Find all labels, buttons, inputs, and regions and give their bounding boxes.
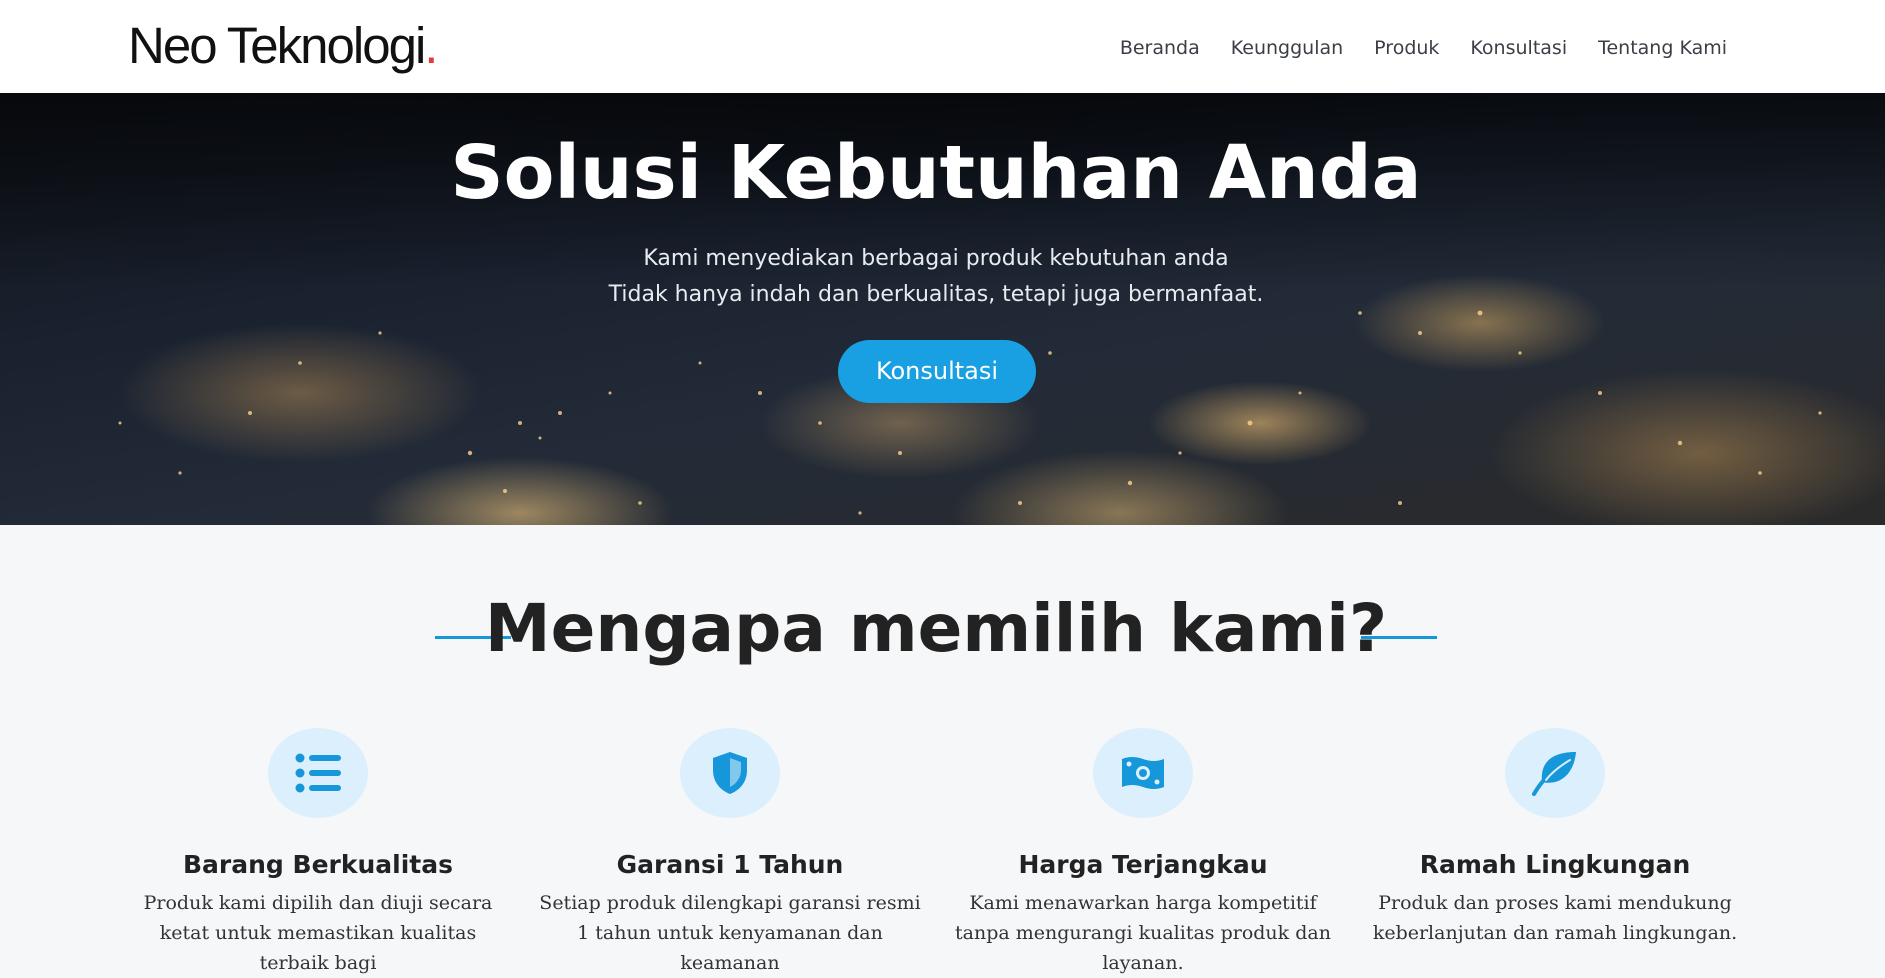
feature-title: Barang Berkualitas xyxy=(183,850,453,879)
hero-subtitle-line2: Tidak hanya indah dan berkualitas, tetap… xyxy=(608,282,1264,307)
feature-title: Harga Terjangkau xyxy=(1018,850,1268,879)
shield-icon xyxy=(680,728,780,818)
section-title: Mengapa memilih kami? xyxy=(484,590,1388,667)
features-section: Mengapa memilih kami? Barang Berkualitas… xyxy=(0,525,1885,974)
nav-link-produk[interactable]: Produk xyxy=(1374,34,1439,62)
navbar: Neo Teknologi. Beranda Keunggulan Produk… xyxy=(0,0,1885,93)
list-icon xyxy=(268,728,368,818)
feature-description: Produk dan proses kami mendukung keberla… xyxy=(1372,892,1738,944)
main-nav: Beranda Keunggulan Produk Konsultasi Ten… xyxy=(1120,34,1727,62)
logo[interactable]: Neo Teknologi. xyxy=(128,14,438,78)
nav-link-konsultasi[interactable]: Konsultasi xyxy=(1470,34,1567,62)
logo-dot: . xyxy=(424,17,438,74)
leaf-icon xyxy=(1505,728,1605,818)
logo-text: Neo Teknologi xyxy=(128,17,426,74)
feature-title: Garansi 1 Tahun xyxy=(616,850,844,879)
money-icon xyxy=(1093,728,1193,818)
hero-section: Solusi Kebutuhan Anda Kami menyediakan b… xyxy=(0,93,1885,525)
hero-subtitle-line1: Kami menyediakan berbagai produk kebutuh… xyxy=(643,246,1229,271)
nav-link-tentang-kami[interactable]: Tentang Kami xyxy=(1598,34,1727,62)
hero-title: Solusi Kebutuhan Anda xyxy=(450,130,1422,216)
nav-link-beranda[interactable]: Beranda xyxy=(1120,34,1200,62)
title-decoration-right xyxy=(1361,636,1437,639)
feature-title: Ramah Lingkungan xyxy=(1419,850,1691,879)
nav-link-keunggulan[interactable]: Keunggulan xyxy=(1231,34,1343,62)
konsultasi-button[interactable]: Konsultasi xyxy=(838,340,1036,403)
